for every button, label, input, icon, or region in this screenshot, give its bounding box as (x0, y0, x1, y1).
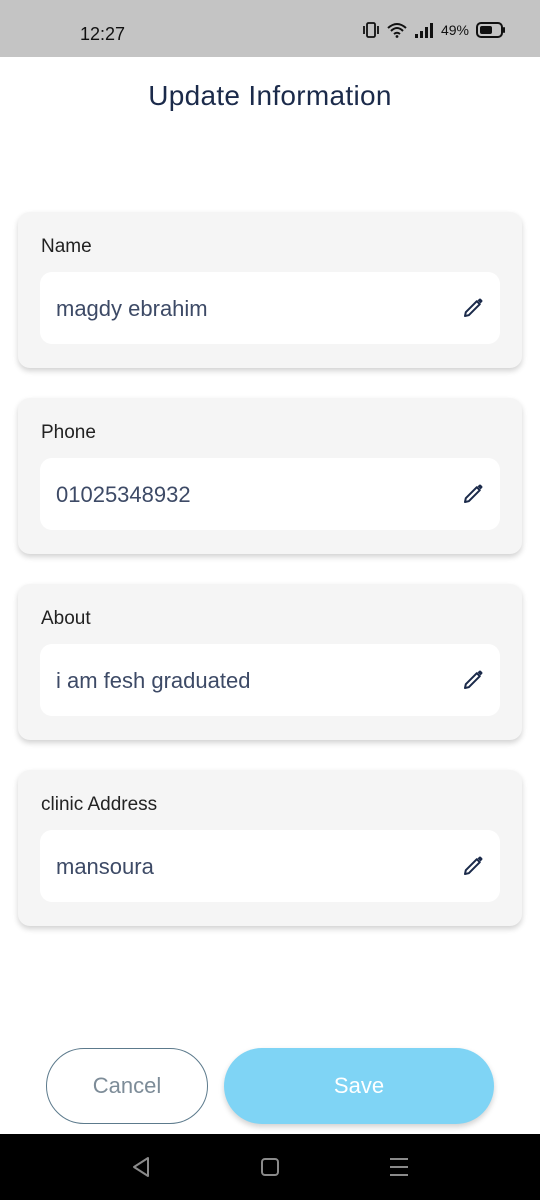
save-button[interactable]: Save (224, 1048, 494, 1124)
home-icon[interactable] (257, 1154, 283, 1180)
phone-field[interactable]: 01025348932 (40, 458, 500, 530)
back-icon[interactable] (128, 1154, 154, 1180)
about-value: i am fesh graduated (56, 668, 251, 693)
vibrate-icon (362, 22, 380, 38)
signal-icon (414, 22, 434, 38)
status-time: 12:27 (80, 24, 126, 44)
recent-apps-icon[interactable] (386, 1154, 412, 1180)
about-card: About i am fesh graduated (18, 584, 522, 740)
pencil-icon[interactable] (461, 482, 485, 506)
status-icons: 49% (362, 22, 506, 38)
about-field[interactable]: i am fesh graduated (40, 644, 500, 716)
status-bar: 12:27 49% (0, 0, 540, 57)
pencil-icon[interactable] (461, 668, 485, 692)
phone-label: Phone (41, 422, 96, 443)
phone-value: 01025348932 (56, 482, 191, 507)
pencil-icon[interactable] (461, 854, 485, 878)
page-title: Update Information (148, 80, 392, 111)
clinic-address-value: mansoura (56, 854, 154, 879)
name-value: magdy ebrahim (56, 296, 208, 321)
clinic-address-card: clinic Address mansoura (18, 770, 522, 926)
name-field[interactable]: magdy ebrahim (40, 272, 500, 344)
battery-percent: 49% (440, 22, 469, 38)
pencil-icon[interactable] (461, 296, 485, 320)
clinic-address-label: clinic Address (41, 794, 158, 815)
name-label: Name (41, 236, 92, 257)
cancel-button[interactable]: Cancel (46, 1048, 208, 1124)
phone-card: Phone 01025348932 (18, 398, 522, 554)
name-card: Name magdy ebrahim (18, 212, 522, 368)
system-nav-bar (0, 1134, 540, 1200)
clinic-address-field[interactable]: mansoura (40, 830, 500, 902)
wifi-icon (387, 22, 407, 38)
about-label: About (41, 608, 91, 629)
battery-icon (476, 22, 506, 38)
